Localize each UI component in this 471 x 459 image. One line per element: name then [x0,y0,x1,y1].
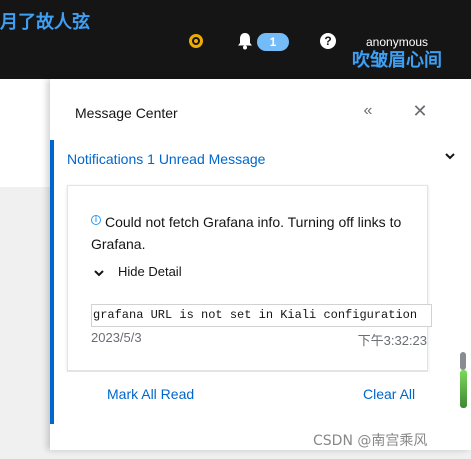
section-title[interactable]: Notifications 1 Unread Message [67,151,265,167]
scrollbar[interactable] [459,350,468,412]
mark-all-read-button[interactable]: Mark All Read [107,386,194,402]
chevron-down-icon[interactable] [443,149,457,163]
scrollbar-thumb[interactable] [460,370,467,408]
message-center-drawer: Message Center « ✕ Notifications 1 Unrea… [50,79,471,450]
notification-card: i Could not fetch Grafana info. Turning … [67,185,432,371]
drawer-title: Message Center [75,105,178,121]
detail-text: grafana URL is not set in Kiali configur… [91,304,432,327]
close-icon[interactable]: ✕ [410,101,430,121]
double-chevron-left-icon[interactable]: « [358,101,378,121]
watermark-text: 吹皱眉心间 [352,50,442,71]
section-accent-bar [50,140,54,424]
drawer-footer: Mark All Read Clear All [67,372,428,416]
watermark-text: CSDN @南宫乘风 [313,433,428,449]
background-content [0,79,52,187]
notification-message: Could not fetch Grafana info. Turning of… [91,214,402,252]
watermark-text: 月了故人弦 [0,12,90,33]
notification-badge[interactable]: 1 [257,33,289,51]
notifications-section: Notifications 1 Unread Message i Could n… [50,140,471,424]
hide-detail-label[interactable]: Hide Detail [118,264,182,279]
message-time: 下午3:32:23 [357,333,427,348]
question-circle-icon[interactable]: ? [320,33,336,49]
bell-icon[interactable] [237,32,253,50]
message-date: 2023/5/3 [91,330,142,345]
clear-all-button[interactable]: Clear All [363,386,415,402]
status-dot-icon[interactable] [189,34,203,48]
scrollbar-track [460,352,466,370]
masthead: 月了故人弦 1 ? anonymous 吹皱眉心间 [0,0,471,79]
chevron-down-icon[interactable] [93,267,105,279]
